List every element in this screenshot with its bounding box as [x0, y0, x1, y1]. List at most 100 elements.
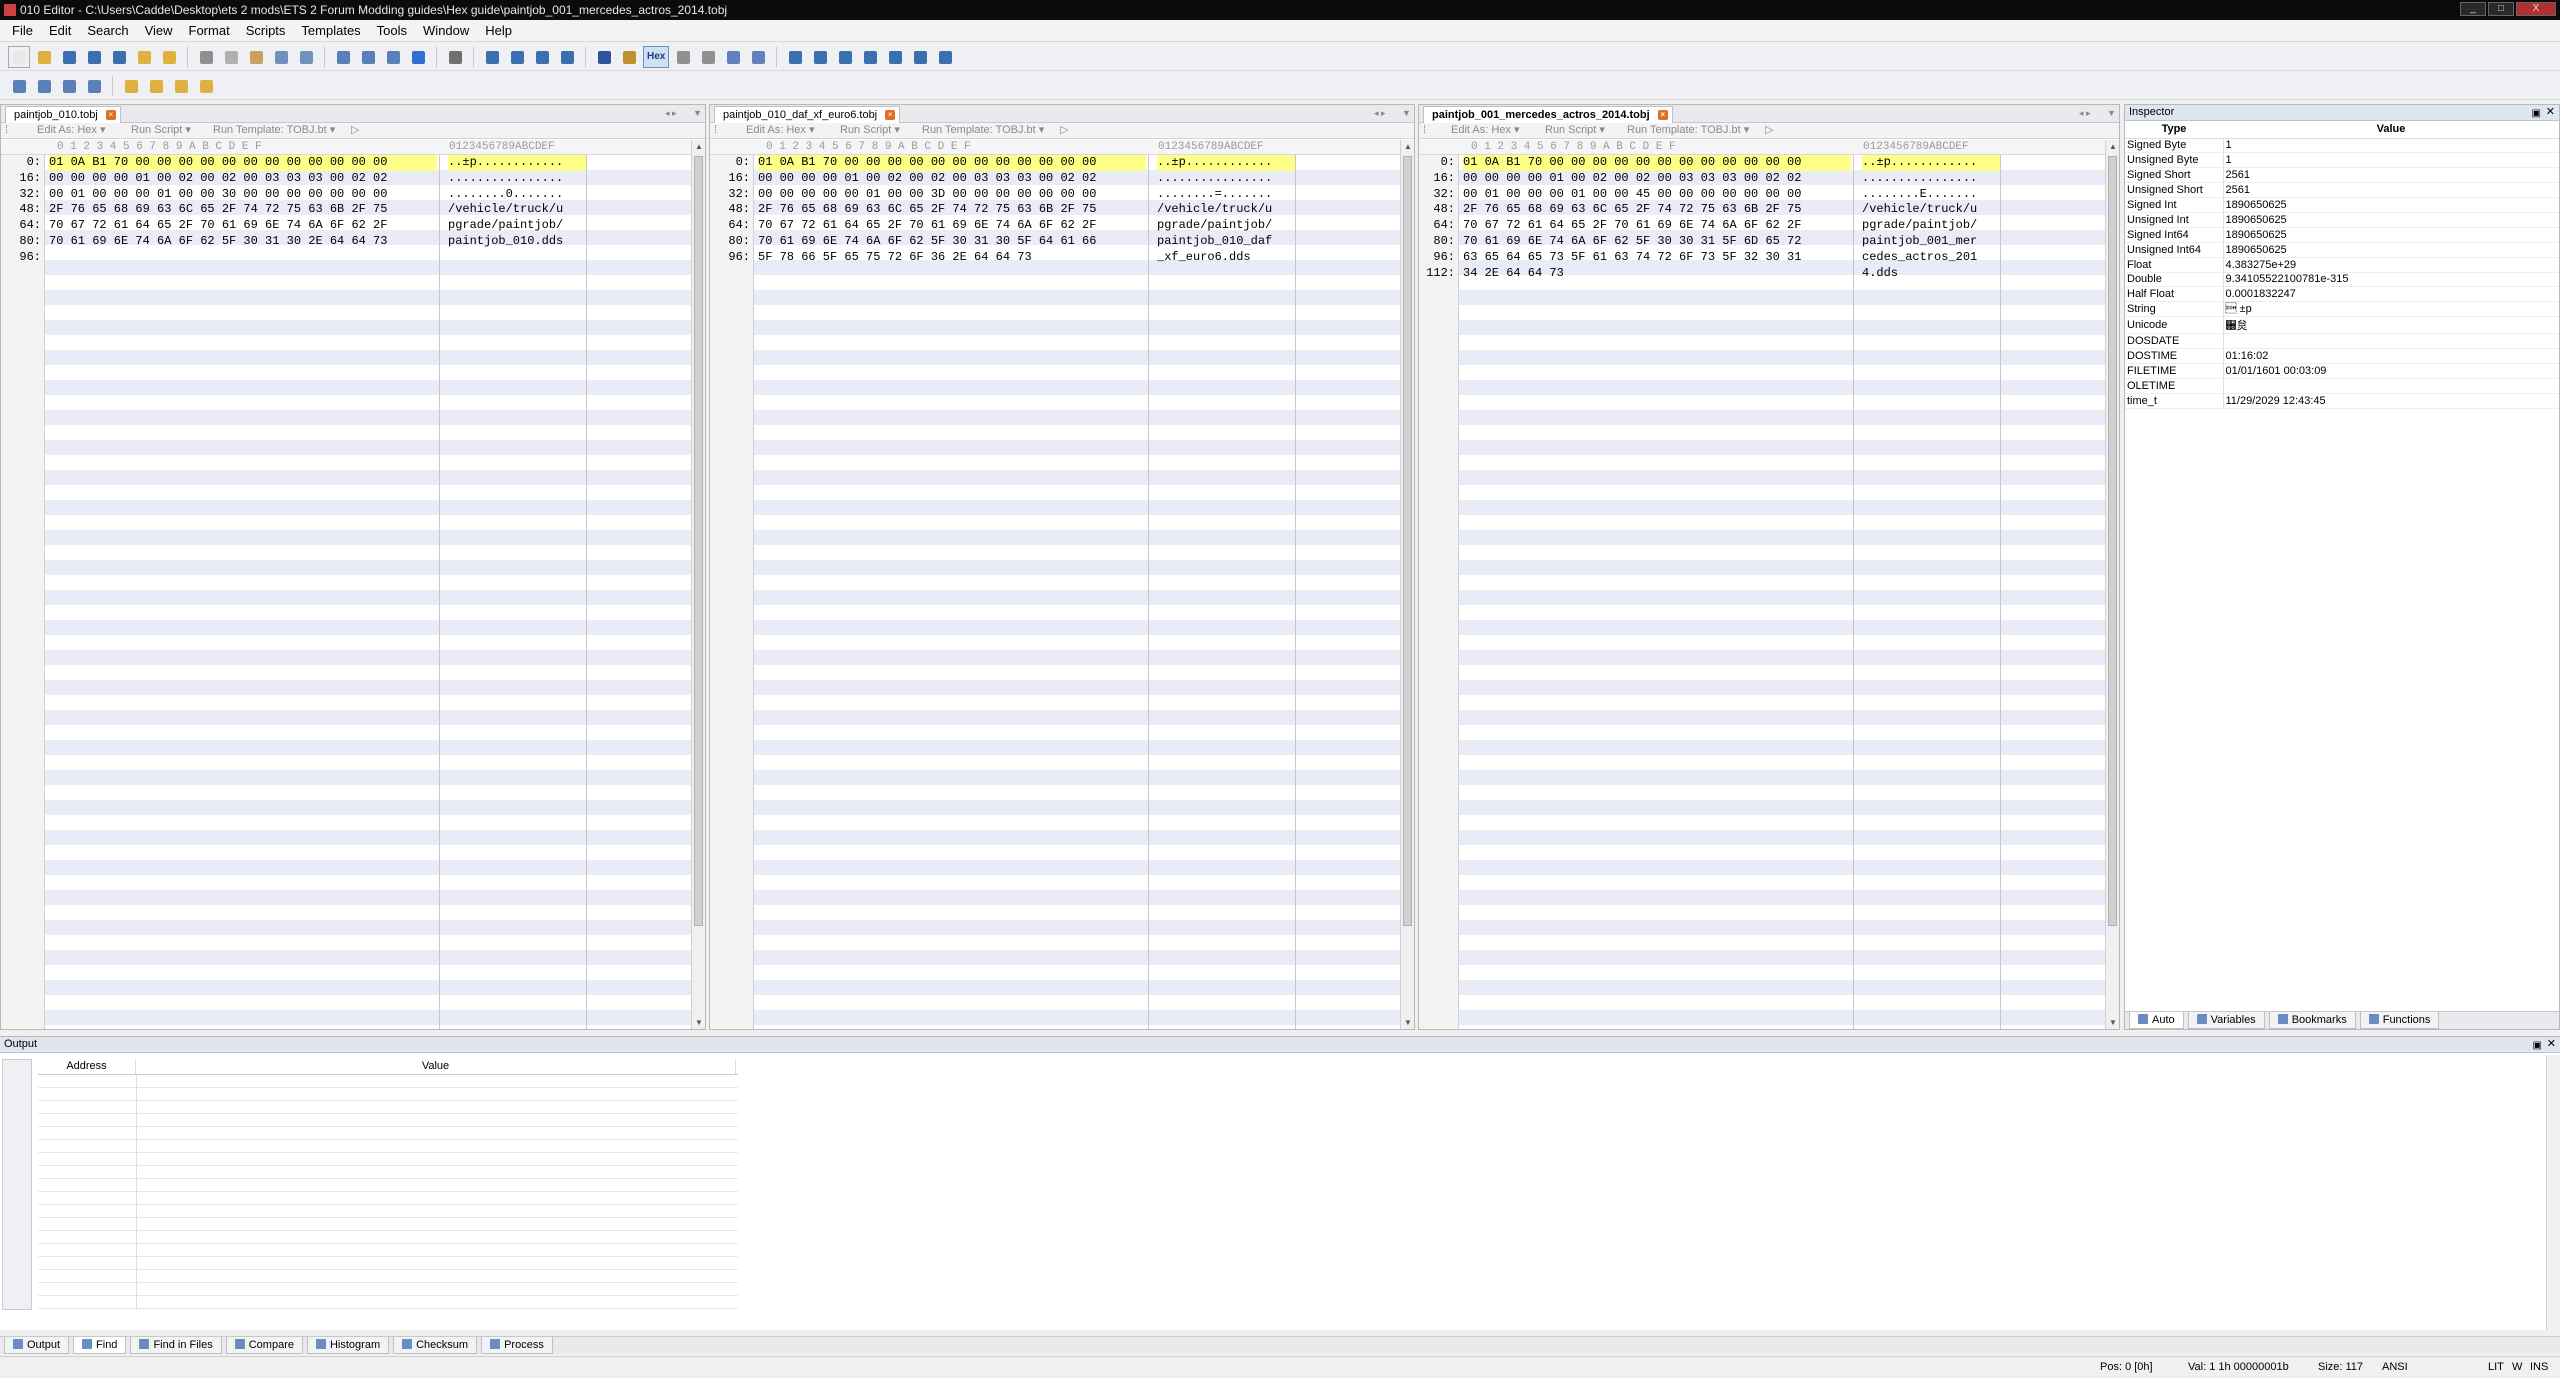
inspector-row[interactable]: FILETIME 01/01/1601 00:03:09 [2125, 363, 2559, 379]
scrollbar-thumb[interactable] [2108, 156, 2117, 926]
hex-row[interactable]: 70 61 69 6E 74 6A 6F 62 5F 30 31 30 5F 6… [758, 234, 1146, 250]
tab-list-icon[interactable]: ▼ [693, 108, 702, 118]
inspector-icon[interactable] [809, 46, 831, 68]
columns-icon[interactable] [722, 46, 744, 68]
tab-close-icon[interactable]: × [105, 110, 116, 120]
menu-scripts[interactable]: Scripts [238, 23, 294, 38]
value-cell[interactable] [2223, 378, 2559, 394]
hex-row[interactable]: 01 0A B1 70 00 00 00 00 00 00 00 00 00 0… [758, 155, 1146, 171]
scrollbar-thumb[interactable] [1403, 156, 1412, 926]
tab-variables[interactable]: Variables [2187, 1012, 2265, 1029]
cut-icon[interactable] [195, 46, 217, 68]
tab-compare[interactable]: Compare [225, 1337, 303, 1354]
hex-row[interactable]: 70 61 69 6E 74 6A 6F 62 5F 30 31 30 2E 6… [49, 234, 437, 250]
template-run-icon[interactable]: ▷ [351, 123, 359, 138]
template-icon[interactable] [909, 46, 931, 68]
col-value[interactable]: Value [136, 1059, 736, 1074]
inspector-row[interactable]: String  ±p [2125, 301, 2559, 318]
hex-bytes-column[interactable]: 01 0A B1 70 00 00 00 00 00 00 00 00 00 0… [49, 155, 437, 1029]
minimize-button[interactable]: _ [2460, 2, 2486, 16]
file-tab[interactable]: paintjob_010.tobj × [5, 106, 121, 123]
inspector-row[interactable]: Signed Int 1890650625 [2125, 197, 2559, 213]
value-cell[interactable]: 11/29/2029 12:43:45 [2223, 393, 2559, 409]
inspector-row[interactable]: Unicode ਀炱 [2125, 316, 2559, 335]
find-in-files-icon[interactable] [382, 46, 404, 68]
prev-bookmark-icon[interactable] [556, 46, 578, 68]
menu-tools[interactable]: Tools [369, 23, 415, 38]
run-script-dropdown[interactable]: Run Script ▾ [1545, 123, 1605, 138]
tab-output[interactable]: Output [4, 1337, 70, 1354]
hex-view[interactable]: 0 1 2 3 4 5 6 7 8 9 A B C D E F 01234567… [1419, 140, 2105, 1029]
hex-row[interactable]: 00 01 00 00 00 01 00 00 45 00 00 00 00 0… [1463, 187, 1851, 203]
status-lit[interactable]: LIT [2488, 1357, 2504, 1378]
inspector-row[interactable]: time_t 11/29/2029 12:43:45 [2125, 393, 2559, 409]
ascii-column[interactable]: ..±p............ ................ ......… [1148, 155, 1296, 1029]
ascii-row[interactable]: pgrade/paintjob/ [1157, 218, 1295, 234]
tab-list-icon[interactable]: ▼ [1402, 108, 1411, 118]
edit-as-dropdown[interactable]: Edit As: Hex ▾ [746, 123, 815, 138]
close-file-icon[interactable] [158, 46, 180, 68]
cascade-icon[interactable] [83, 75, 105, 97]
tab-histogram[interactable]: Histogram [306, 1337, 390, 1354]
tab-process[interactable]: Process [481, 1337, 553, 1354]
paste-icon[interactable] [245, 46, 267, 68]
vertical-scrollbar[interactable]: ▲ ▼ [1400, 140, 1414, 1029]
value-cell[interactable]: 2561 [2223, 167, 2559, 184]
save-icon[interactable] [58, 46, 80, 68]
menu-help[interactable]: Help [477, 23, 520, 38]
hex-row[interactable]: 01 0A B1 70 00 00 00 00 00 00 00 00 00 0… [1463, 155, 1851, 171]
file-tab[interactable]: paintjob_010_daf_xf_euro6.tobj × [714, 106, 901, 123]
undo-icon[interactable] [270, 46, 292, 68]
value-cell[interactable]: 9.34105522100781e-315 [2223, 272, 2559, 288]
tab-find-in-files[interactable]: Find in Files [130, 1337, 222, 1354]
close-icon[interactable]: ✕ [2547, 1037, 2556, 1052]
run-script-dropdown[interactable]: Run Script ▾ [840, 123, 900, 138]
hex-row[interactable]: 2F 76 65 68 69 63 6C 65 2F 74 72 75 63 6… [758, 202, 1146, 218]
hex-row[interactable]: 70 67 72 61 64 65 2F 70 61 69 6E 74 6A 6… [758, 218, 1146, 234]
hex-bytes-column[interactable]: 01 0A B1 70 00 00 00 00 00 00 00 00 00 0… [758, 155, 1146, 1029]
redo-icon[interactable] [295, 46, 317, 68]
highlight-icon[interactable] [618, 46, 640, 68]
tile-window-icon[interactable] [8, 75, 30, 97]
scroll-down-icon[interactable]: ▼ [2109, 1018, 2117, 1027]
find-options-strip[interactable] [2, 1059, 32, 1310]
ascii-row[interactable]: 4.dds [1862, 266, 2000, 282]
menu-view[interactable]: View [137, 23, 181, 38]
template-run-icon[interactable]: ▷ [1765, 123, 1773, 138]
inspector-row[interactable]: Signed Int64 1890650625 [2125, 227, 2559, 243]
ascii-row[interactable]: paintjob_010.dds [448, 234, 586, 250]
save-as-icon[interactable] [83, 46, 105, 68]
font-icon[interactable] [593, 46, 615, 68]
hex-row[interactable]: 70 67 72 61 64 65 2F 70 61 69 6E 74 6A 6… [49, 218, 437, 234]
inspector-row[interactable]: Signed Byte 1 [2125, 138, 2559, 154]
ascii-column[interactable]: ..±p............ ................ ......… [1853, 155, 2001, 1029]
col-type[interactable]: Type [2125, 121, 2223, 139]
edit-as-dropdown[interactable]: Edit As: Hex ▾ [1451, 123, 1520, 138]
ascii-row[interactable]: _xf_euro6.dds [1157, 250, 1295, 266]
hex-row[interactable]: 00 00 00 00 00 01 00 00 3D 00 00 00 00 0… [758, 187, 1146, 203]
tab-checksum[interactable]: Checksum [393, 1337, 478, 1354]
ascii-row[interactable]: ................ [448, 171, 586, 187]
hex-row[interactable]: 63 65 64 65 73 5F 61 63 74 72 6F 73 5F 3… [1463, 250, 1851, 266]
tab-bookmarks[interactable]: Bookmarks [2268, 1012, 2356, 1029]
tile-horizontal-icon[interactable] [33, 75, 55, 97]
tab-find[interactable]: Find [73, 1337, 127, 1354]
tab-scroll-arrows-icon[interactable]: ◂ ▸ [1374, 108, 1386, 119]
menu-templates[interactable]: Templates [293, 23, 368, 38]
tab-scroll-arrows-icon[interactable]: ◂ ▸ [665, 108, 677, 119]
inspector-row[interactable]: DOSDATE [2125, 333, 2559, 350]
value-cell[interactable]: 4.383275e+29 [2223, 257, 2559, 273]
binary-icon[interactable] [747, 46, 769, 68]
calculator-icon[interactable] [784, 46, 806, 68]
hex-row[interactable]: 01 0A B1 70 00 00 00 00 00 00 00 00 00 0… [49, 155, 437, 171]
ascii-row[interactable]: ..±p............ [448, 155, 586, 171]
hex-row[interactable]: 00 00 00 00 01 00 02 00 02 00 03 03 03 0… [49, 171, 437, 187]
scroll-up-icon[interactable]: ▲ [695, 142, 703, 151]
histogram-icon[interactable] [884, 46, 906, 68]
ascii-row[interactable]: paintjob_010_daf [1157, 234, 1295, 250]
hex-view[interactable]: 0 1 2 3 4 5 6 7 8 9 A B C D E F 01234567… [1, 140, 691, 1029]
run-template-dropdown[interactable]: Run Template: TOBJ.bt ▾ [922, 123, 1044, 138]
hex-row[interactable]: 70 61 69 6E 74 6A 6F 62 5F 30 30 31 5F 6… [1463, 234, 1851, 250]
col-value[interactable]: Value [2223, 121, 2559, 139]
menu-window[interactable]: Window [415, 23, 477, 38]
